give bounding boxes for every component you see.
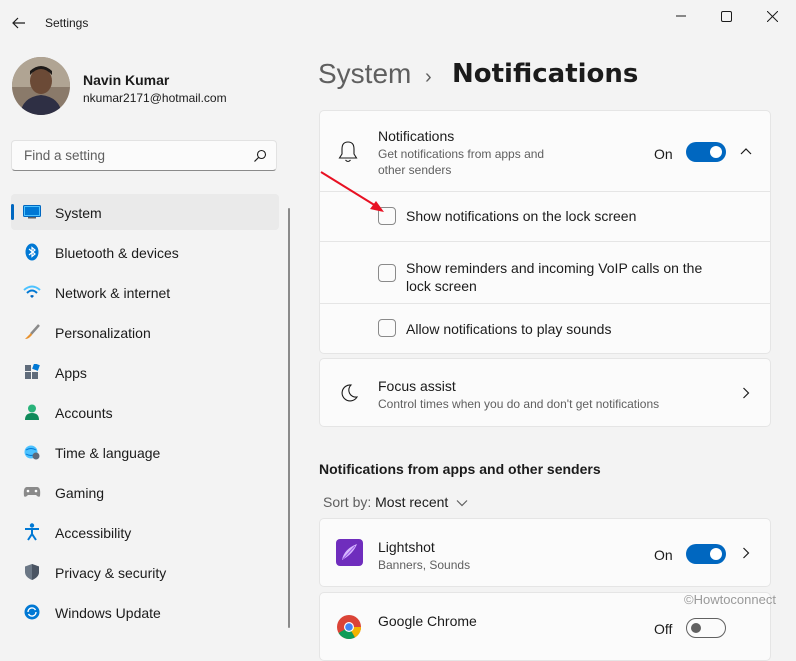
lock-screen-label: Show notifications on the lock screen — [406, 208, 637, 224]
sidebar-item-label: Windows Update — [55, 605, 161, 621]
system-icon — [23, 203, 41, 221]
sidebar-item-label: Accessibility — [55, 525, 132, 541]
close-button[interactable] — [752, 4, 792, 28]
sidebar-item-privacy[interactable]: Privacy & security — [11, 554, 279, 590]
sidebar-item-apps[interactable]: Apps — [11, 354, 279, 390]
sidebar-item-label: System — [55, 205, 102, 221]
annotation-arrow — [320, 171, 384, 212]
chevron-right-icon — [743, 387, 750, 399]
focus-assist-subtitle: Control times when you do and don't get … — [378, 397, 660, 411]
wifi-icon — [23, 283, 41, 301]
chevron-right-icon — [743, 547, 750, 559]
sidebar-item-label: Apps — [55, 365, 87, 381]
option-reminders-row[interactable]: Show reminders and incoming VoIP calls o… — [320, 242, 770, 303]
sidebar-item-label: Time & language — [55, 445, 161, 461]
sounds-checkbox[interactable] — [378, 319, 396, 337]
notifications-subtitle-line-1: Get notifications from apps and — [378, 147, 545, 161]
moon-icon — [341, 384, 359, 402]
reminders-label-line-1: Show reminders and incoming VoIP calls o… — [406, 260, 703, 276]
sidebar-item-personalization[interactable]: Personalization — [11, 314, 279, 350]
sidebar-item-accounts[interactable]: Accounts — [11, 394, 279, 430]
sidebar-item-label: Gaming — [55, 485, 105, 501]
watermark: ©Howtoconnect — [684, 592, 776, 607]
user-name: Navin Kumar — [83, 72, 170, 88]
gamepad-icon — [23, 483, 41, 501]
breadcrumb-separator: › — [425, 66, 432, 88]
focus-assist-card[interactable]: Focus assist Control times when you do a… — [319, 358, 771, 427]
bell-icon — [338, 141, 358, 163]
sidebar-item-time-language[interactable]: Time & language — [11, 434, 279, 470]
maximize-icon — [720, 10, 732, 22]
reminders-label-line-2: lock screen — [406, 278, 477, 294]
sidebar-item-accessibility[interactable]: Accessibility — [11, 514, 279, 550]
notifications-state-label: On — [654, 146, 673, 162]
avatar[interactable] — [12, 57, 70, 115]
app-subtitle: Banners, Sounds — [378, 558, 471, 572]
sidebar-item-gaming[interactable]: Gaming — [11, 474, 279, 510]
bluetooth-icon — [23, 243, 41, 261]
app-state-label: Off — [654, 621, 673, 637]
sidebar-item-label: Personalization — [55, 325, 151, 341]
reminders-checkbox[interactable] — [378, 264, 396, 282]
notifications-card: Notifications Get notifications from app… — [319, 110, 771, 354]
app-row-lightshot[interactable]: Lightshot Banners, Sounds On — [319, 518, 771, 587]
notifications-toggle[interactable] — [686, 142, 726, 162]
sidebar-item-bluetooth[interactable]: Bluetooth & devices — [11, 234, 279, 270]
accessibility-icon — [23, 523, 41, 541]
search-icon[interactable] — [253, 149, 267, 163]
breadcrumb-parent[interactable]: System — [318, 58, 411, 90]
app-name: Lightshot — [378, 539, 435, 555]
avatar-photo — [12, 57, 70, 115]
search-box[interactable] — [11, 140, 277, 171]
lightshot-icon — [336, 539, 363, 566]
title-bar: Settings — [0, 0, 796, 46]
focus-assist-title: Focus assist — [378, 378, 456, 394]
chrome-toggle[interactable] — [686, 618, 726, 638]
chrome-icon — [337, 615, 361, 640]
back-arrow-icon — [12, 17, 25, 29]
page-title: Notifications — [452, 59, 639, 89]
accounts-icon — [23, 403, 41, 421]
sidebar-item-network[interactable]: Network & internet — [11, 274, 279, 310]
apps-icon — [23, 363, 41, 381]
maximize-button[interactable] — [706, 4, 746, 28]
update-icon — [23, 603, 41, 621]
globe-clock-icon — [23, 443, 41, 461]
close-icon — [766, 10, 778, 22]
lightshot-toggle[interactable] — [686, 544, 726, 564]
chevron-down-icon — [456, 500, 468, 507]
notifications-title: Notifications — [378, 128, 455, 144]
sounds-label: Allow notifications to play sounds — [406, 321, 612, 337]
minimize-button[interactable] — [661, 4, 701, 28]
search-input[interactable] — [22, 147, 246, 164]
app-name: Google Chrome — [378, 613, 477, 629]
minimize-icon — [676, 15, 686, 17]
sidebar-item-system[interactable]: System — [11, 194, 279, 230]
section-title: Notifications from apps and other sender… — [319, 461, 601, 477]
app-title: Settings — [45, 16, 89, 30]
sidebar-item-label: Network & internet — [55, 285, 171, 301]
user-email: nkumar2171@hotmail.com — [83, 91, 227, 105]
option-sounds-row[interactable]: Allow notifications to play sounds — [320, 304, 770, 353]
back-button[interactable] — [6, 10, 32, 36]
app-state-label: On — [654, 547, 673, 563]
sidebar-item-label: Privacy & security — [55, 565, 167, 581]
shield-icon — [23, 563, 41, 581]
sidebar-item-label: Bluetooth & devices — [55, 245, 179, 261]
sidebar-scrollbar[interactable] — [288, 208, 290, 628]
sort-by-dropdown[interactable]: Sort by: Most recent — [323, 494, 468, 510]
brush-icon — [23, 323, 41, 341]
sort-by-value: Most recent — [375, 494, 449, 510]
active-indicator — [11, 204, 14, 220]
sort-by-label: Sort by: — [323, 494, 372, 510]
sidebar-item-label: Accounts — [55, 405, 113, 421]
chevron-up-icon[interactable] — [740, 147, 752, 155]
sidebar-item-windows-update[interactable]: Windows Update — [11, 594, 279, 630]
